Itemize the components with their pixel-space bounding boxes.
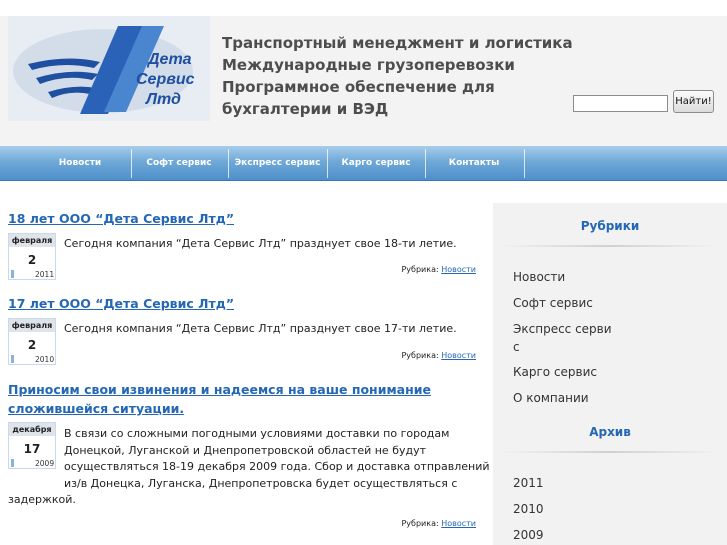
logo-graphic: Дета Сервис Лтд <box>13 26 195 114</box>
post-text-line: Сегодня компания “Дета Сервис Лтд” празд… <box>64 237 457 250</box>
post-title-link[interactable]: 18 лет ООО “Дета Сервис Лтд” <box>8 209 234 228</box>
nav-divider <box>228 149 229 178</box>
post-date-badge: декабря 17 2009 <box>8 422 56 469</box>
post-date-badge: февраля 2 2010 <box>8 318 56 365</box>
post-rubric: Рубрика: Новости <box>401 519 476 528</box>
date-year: 2009 <box>35 459 55 468</box>
archive-heading: Архив <box>589 425 631 439</box>
post-title-link[interactable]: сложившейся ситуации. <box>8 399 184 418</box>
sidebar-item-soft-service[interactable]: Софт сервис <box>513 294 593 312</box>
rubric-link[interactable]: Новости <box>441 265 476 274</box>
nav-divider <box>131 149 132 178</box>
date-year: 2010 <box>35 355 55 364</box>
sidebar-item-about[interactable]: О компании <box>513 389 589 407</box>
post-text-line: задержкой. <box>8 493 76 506</box>
nav-item-express-service[interactable]: Экспресс сервис <box>230 146 325 181</box>
site-header: Дета Сервис Лтд Транспортный менеджмент … <box>0 16 727 146</box>
post-title-link[interactable]: 17 лет ООО “Дета Сервис Лтд” <box>8 294 234 313</box>
date-tick-decoration <box>11 270 14 278</box>
archive-item[interactable]: 2010 <box>513 500 544 518</box>
nav-item-contacts[interactable]: Контакты <box>432 146 516 181</box>
sidebar-item-news[interactable]: Новости <box>513 268 565 286</box>
post-text-line: Сегодня компания “Дета Сервис Лтд” празд… <box>64 322 457 335</box>
post-title-link[interactable]: Приносим свои извинения и надеемся на ва… <box>8 380 431 399</box>
post-text-line: из/в Донецка, Луганска, Днепропетровска … <box>64 476 458 490</box>
nav-divider <box>425 149 426 178</box>
sidebar-item-label: с <box>513 340 520 354</box>
nav-divider <box>524 149 525 178</box>
search-input[interactable] <box>573 95 668 112</box>
nav-item-cargo-service[interactable]: Карго сервис <box>334 146 418 181</box>
logo-word-3: Лтд <box>145 91 181 108</box>
top-strip <box>0 0 727 16</box>
date-day: 2 <box>27 338 37 352</box>
search-button[interactable]: Найти! <box>673 90 714 113</box>
sidebar: Рубрики Новости Софт сервис Экспресс сер… <box>493 203 727 545</box>
date-day: 17 <box>23 442 41 456</box>
post-excerpt-continued: задержкой. <box>8 492 76 509</box>
date-tick-decoration <box>11 355 14 363</box>
rubric-label: Рубрика: <box>401 265 439 274</box>
post-rubric: Рубрика: Новости <box>401 265 476 274</box>
date-month: февраля <box>9 234 55 247</box>
site-tagline: Транспортный менеджмент и логистика Межд… <box>222 32 573 120</box>
tagline-line: Транспортный менеджмент и логистика <box>222 34 573 52</box>
post-text-line: В связи со сложными погодными условиями … <box>64 427 450 440</box>
main-nav: Новости Софт сервис Экспресс сервис Карг… <box>0 146 727 181</box>
rubric-label: Рубрика: <box>401 519 439 528</box>
date-month: февраля <box>9 319 55 332</box>
post-text-line: Донецкой, Луганской и Днепропетровской о… <box>64 443 427 457</box>
date-year: 2011 <box>35 270 55 279</box>
sidebar-item-label: Экспресс серви <box>513 322 612 336</box>
tagline-line: бухгалтерии и ВЭД <box>222 100 389 118</box>
nav-item-news[interactable]: Новости <box>43 146 117 181</box>
sidebar-divider <box>501 245 719 247</box>
archive-item[interactable]: 2009 <box>513 526 544 544</box>
post-excerpt: Сегодня компания “Дета Сервис Лтд” празд… <box>64 236 457 253</box>
nav-divider <box>327 149 328 178</box>
tagline-line: Международные грузоперевозки <box>222 56 515 74</box>
post-excerpt: Сегодня компания “Дета Сервис Лтд” празд… <box>64 321 457 338</box>
post-rubric: Рубрика: Новости <box>401 351 476 360</box>
rubric-link[interactable]: Новости <box>441 351 476 360</box>
post-list: 18 лет ООО “Дета Сервис Лтд” февраля 2 2… <box>0 182 490 545</box>
sidebar-item-express-service[interactable]: Экспресс серви с <box>513 320 612 356</box>
date-tick-decoration <box>11 459 14 467</box>
archive-item[interactable]: 2011 <box>513 474 544 492</box>
rubric-label: Рубрика: <box>401 351 439 360</box>
post-excerpt: В связи со сложными погодными условиями … <box>64 426 490 492</box>
date-month: декабря <box>9 423 55 436</box>
sidebar-divider <box>501 451 719 453</box>
logo-word-2: Сервис <box>136 71 195 88</box>
rubrics-heading: Рубрики <box>580 219 640 233</box>
sidebar-item-cargo-service[interactable]: Карго сервис <box>513 363 597 381</box>
logo-word-1: Дета <box>146 51 192 68</box>
date-day: 2 <box>27 253 37 267</box>
post-date-badge: февраля 2 2011 <box>8 233 56 280</box>
nav-item-soft-service[interactable]: Софт сервис <box>138 146 220 181</box>
tagline-line: Программное обеспечение для <box>222 78 495 96</box>
rubric-link[interactable]: Новости <box>441 519 476 528</box>
company-logo[interactable]: Дета Сервис Лтд <box>8 16 210 121</box>
post-text-line: осуществляться 18-19 декабря 2009 года. … <box>64 460 490 473</box>
